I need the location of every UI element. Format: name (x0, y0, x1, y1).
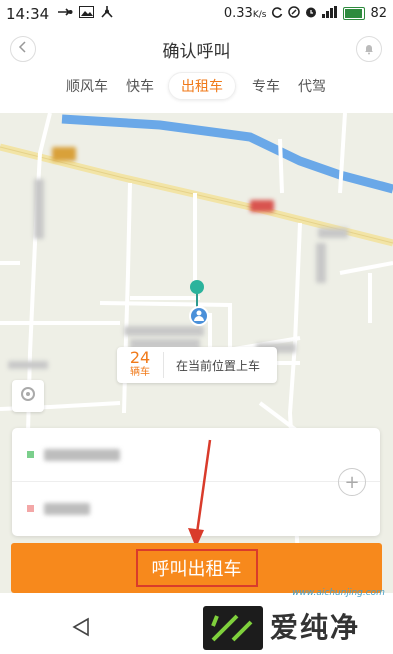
call-taxi-label: 呼叫出租车 (135, 549, 258, 587)
nav-back-button[interactable] (70, 616, 92, 642)
watermark-logo (203, 606, 263, 650)
title-bar: 确认呼叫 (0, 27, 393, 69)
address-card: + (12, 428, 380, 536)
add-stop-button[interactable]: + (338, 468, 366, 496)
eta-card: 24 辆车 在当前位置上车 (117, 347, 277, 383)
battery-icon (343, 7, 366, 20)
status-bar: 14:34 0.33K/s 82 (0, 0, 393, 27)
usb-icon (57, 6, 73, 22)
image-icon (79, 5, 95, 22)
nav-back-icon (70, 617, 92, 642)
locate-button[interactable] (12, 380, 44, 412)
watermark-url: www.aichunjing.com (292, 588, 385, 598)
start-address-row[interactable] (12, 428, 380, 482)
locate-icon (19, 385, 37, 407)
poi-marker (52, 147, 76, 161)
tab-chuzuche[interactable]: 出租车 (168, 72, 236, 100)
start-address-redacted (44, 448, 120, 461)
page-title: 确认呼叫 (162, 42, 231, 62)
destination-address-redacted (44, 502, 90, 515)
tab-shunfengche[interactable]: 顺风车 (66, 76, 108, 96)
battery-level: 82 (370, 6, 387, 21)
poi-marker-red (250, 200, 274, 212)
status-time: 14:34 (6, 4, 50, 23)
start-dot-icon (27, 451, 34, 458)
alarm-icon (305, 6, 317, 22)
service-tabs: 顺风车 快车 出租车 专车 代驾 (0, 69, 393, 107)
tab-zhuanche[interactable]: 专车 (252, 76, 280, 96)
pickup-pin[interactable] (184, 278, 214, 328)
sync-icon (271, 6, 283, 22)
plus-icon: + (344, 471, 360, 493)
bell-icon (364, 40, 374, 59)
pin-icon (189, 280, 209, 326)
end-dot-icon (27, 505, 34, 512)
nfc-icon (288, 5, 301, 22)
signal-icon (322, 5, 338, 22)
tab-kuaiche[interactable]: 快车 (126, 76, 154, 96)
call-taxi-button[interactable]: 呼叫出租车 (11, 543, 382, 593)
destination-address-row[interactable] (12, 482, 380, 535)
data-rate: 0.33K/s (223, 6, 267, 21)
watermark-brand: 爱纯净 (270, 611, 361, 644)
tab-daijia[interactable]: 代驾 (298, 76, 326, 96)
share-icon (100, 5, 114, 22)
notification-button[interactable] (356, 36, 382, 62)
eta-unit: 辆车 (130, 367, 150, 378)
nav-bar: 爱纯净 (0, 600, 393, 654)
pickup-hint: 在当前位置上车 (176, 358, 261, 373)
